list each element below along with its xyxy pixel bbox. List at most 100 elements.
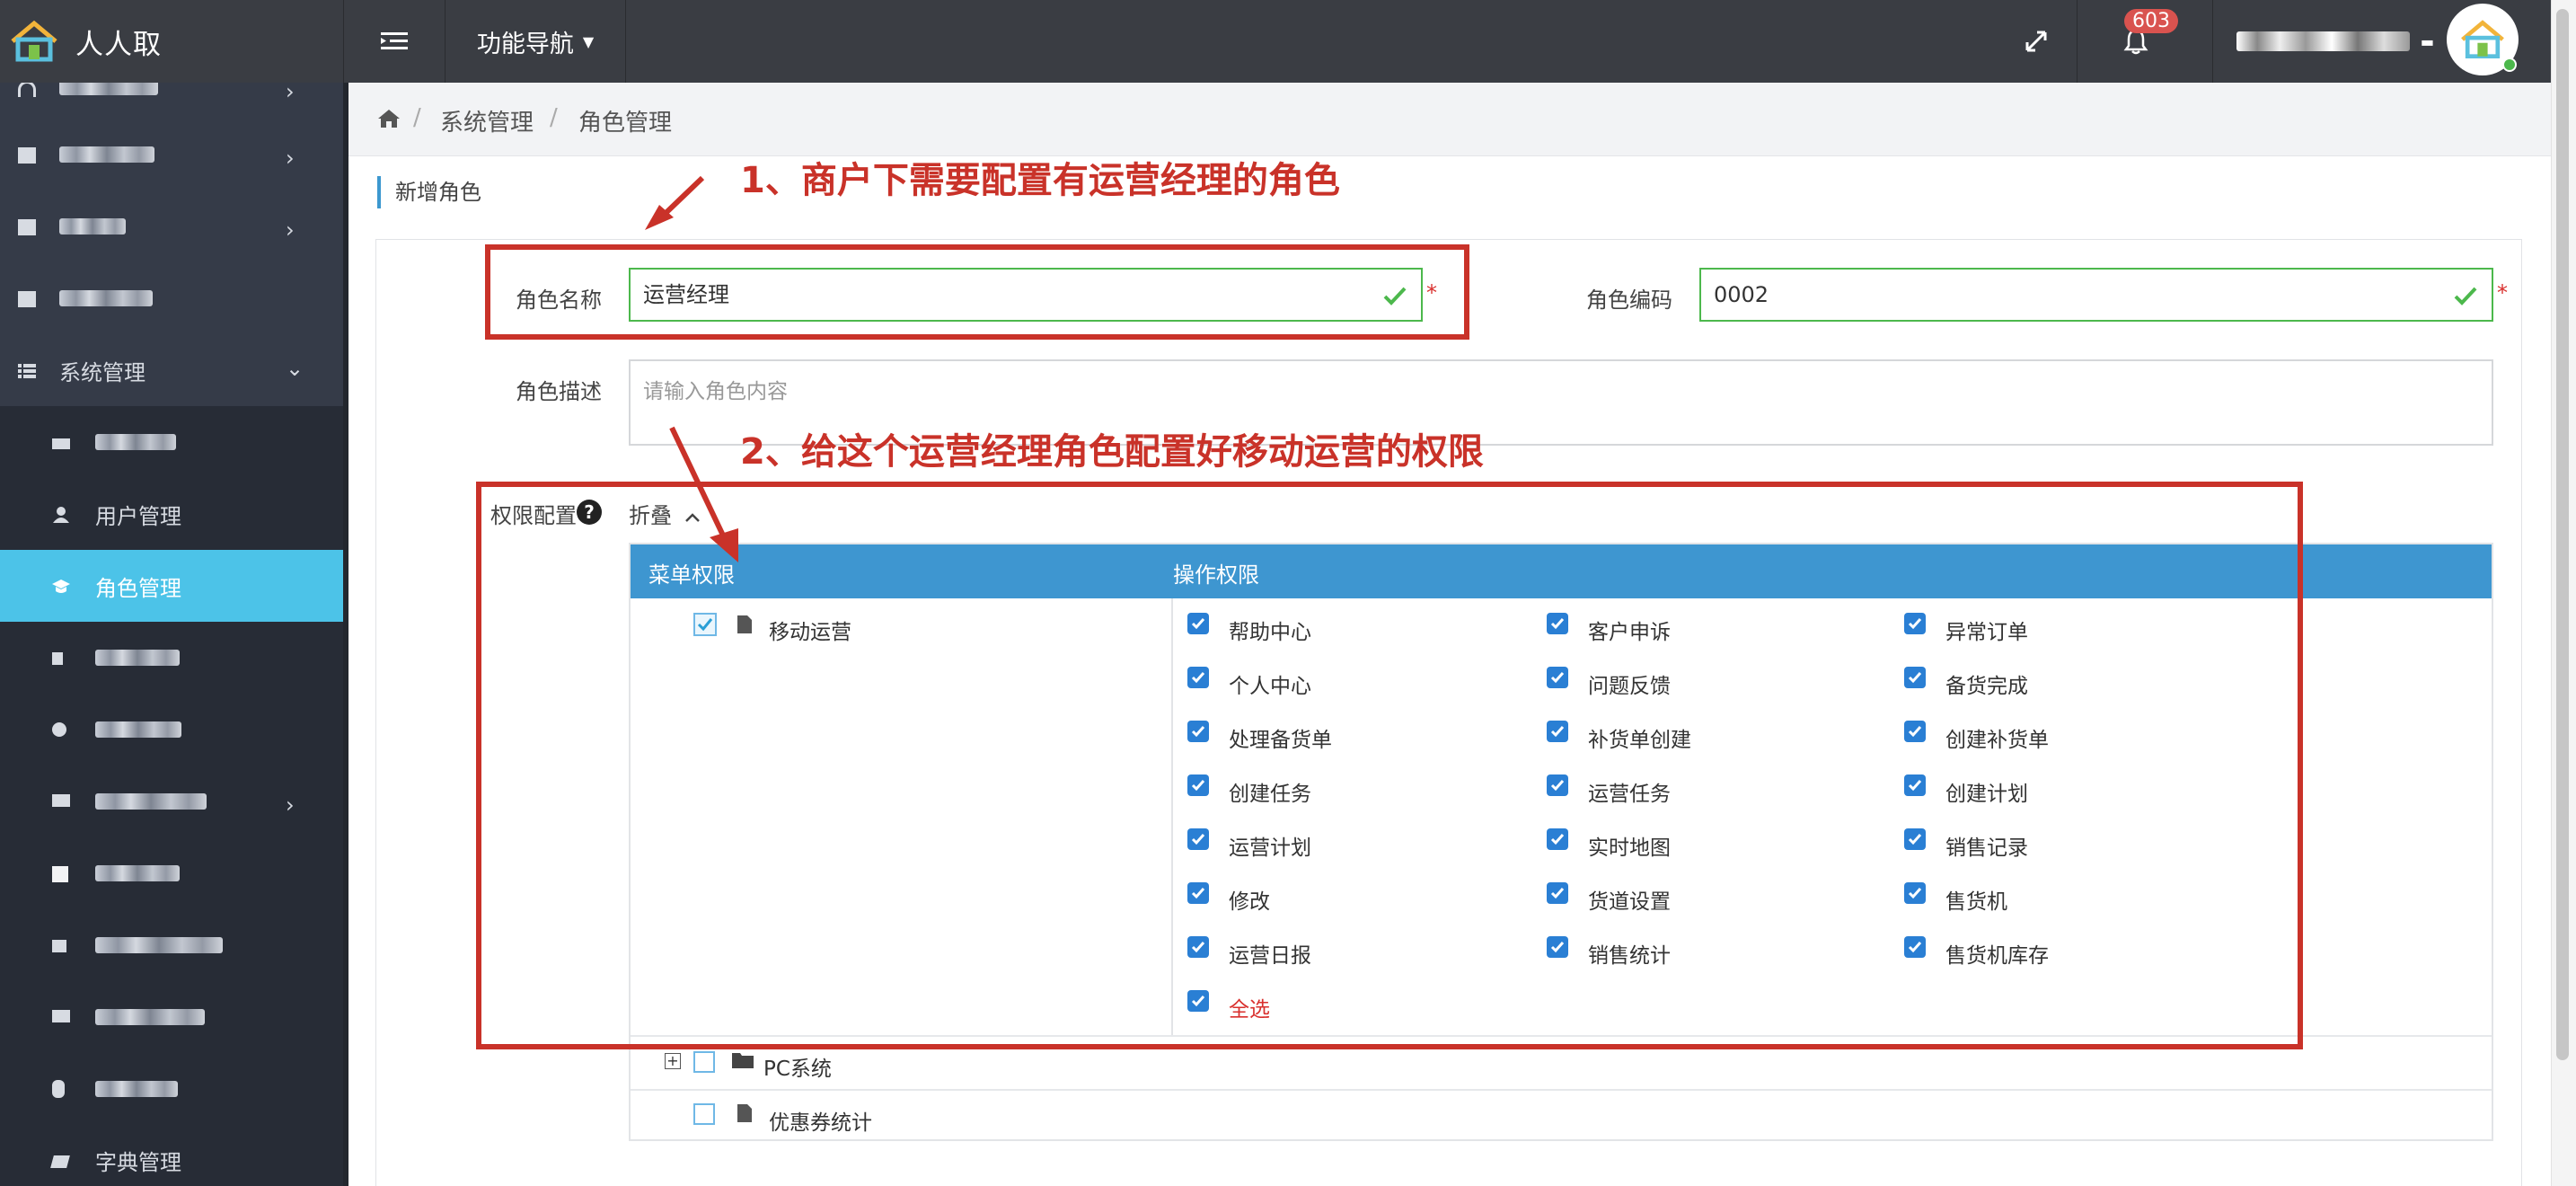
sidebar-item-label-redacted xyxy=(59,146,154,163)
breadcrumb-separator: / xyxy=(550,104,558,131)
notifications-button[interactable]: 603 xyxy=(2078,0,2212,83)
sidebar-item-label-redacted xyxy=(95,793,207,810)
module-icon xyxy=(52,438,70,449)
node-label-coupon-stats[interactable]: 优惠券统计 xyxy=(769,1105,872,1136)
sidebar-subitem-redacted-2[interactable] xyxy=(0,622,343,694)
annotation-arrow-2 xyxy=(669,426,738,562)
sidebar-subitem-redacted-5[interactable] xyxy=(0,837,343,909)
sidebar-item-label-redacted xyxy=(59,83,158,95)
role-code-value: 0002 xyxy=(1714,282,1769,307)
sidebar-item-label-redacted xyxy=(95,650,180,666)
chevron-right-icon: › xyxy=(286,146,295,171)
breadcrumb-item-role: 角色管理 xyxy=(578,110,673,137)
role-code-label: 角色编码 xyxy=(1586,288,1672,313)
nav-menu-dropdown[interactable]: 功能导航 ▼ xyxy=(446,0,625,83)
section-title: 新增角色 xyxy=(377,176,481,208)
module-icon xyxy=(52,794,70,807)
breadcrumb: / 系统管理 / 角色管理 xyxy=(348,83,2551,156)
role-desc-label: 角色描述 xyxy=(516,379,602,404)
user-name-redacted xyxy=(2236,31,2410,51)
sidebar-subitem-redacted-3[interactable] xyxy=(0,694,343,766)
sidebar-subitem-dictionary-management[interactable]: 字典管理 xyxy=(0,1125,343,1186)
chevron-down-icon: ⌄ xyxy=(286,356,304,381)
chevron-right-icon: › xyxy=(286,792,295,818)
chart-icon xyxy=(52,940,66,952)
nav-menu-label: 功能导航 xyxy=(476,30,574,58)
book-icon xyxy=(50,1155,70,1168)
top-bar: 人人取 功能导航 ▼ 603 ▬ xyxy=(0,0,2551,83)
sidebar-item-label: 系统管理 xyxy=(59,359,146,385)
sidebar-subitem-redacted-8[interactable] xyxy=(0,1053,343,1125)
chevron-right-icon: › xyxy=(286,83,295,104)
headset-icon xyxy=(18,83,36,97)
app-title: 人人取 xyxy=(75,28,162,61)
sidebar-item-redacted-1[interactable]: › xyxy=(0,119,343,190)
annotation-arrow-1 xyxy=(645,175,705,230)
sidebar-item-label-redacted xyxy=(95,937,223,953)
house-logo-icon xyxy=(11,20,57,62)
avatar-logo-icon xyxy=(2461,20,2504,58)
annotation-box-role-name xyxy=(485,244,1469,340)
sidebar-item-redacted-3[interactable] xyxy=(0,262,343,334)
sidebar-item-label-redacted xyxy=(59,218,126,235)
graduation-cap-icon xyxy=(52,580,70,593)
user-icon xyxy=(53,507,69,523)
module-icon xyxy=(52,1080,65,1098)
module-icon xyxy=(18,147,36,164)
valid-check-icon xyxy=(2454,287,2477,305)
menu-toggle-button[interactable] xyxy=(344,0,445,83)
sidebar: › › › 系统管理 ⌄ 用户管理 角色管理 › 字典管理 xyxy=(0,83,343,1186)
sidebar-subitem-redacted-4[interactable]: › xyxy=(0,766,343,837)
required-mark: * xyxy=(2497,280,2508,305)
module-icon xyxy=(52,866,68,882)
sidebar-item-label-redacted xyxy=(95,865,180,881)
annotation-note-1: 1、商户下需要配置有运营经理的角色 xyxy=(740,160,1340,201)
header-divider xyxy=(625,0,626,83)
breadcrumb-separator: / xyxy=(413,104,421,131)
sidebar-subitem-redacted-7[interactable] xyxy=(0,981,343,1053)
caret-down-icon: ▼ xyxy=(582,32,595,50)
module-icon xyxy=(52,1010,70,1022)
expand-toggle-pc-system[interactable]: + xyxy=(665,1053,681,1069)
module-icon xyxy=(52,652,63,665)
node-checkbox-coupon-stats[interactable] xyxy=(693,1103,715,1125)
sidebar-item-service-center[interactable]: › xyxy=(0,83,343,119)
sidebar-subitem-redacted-6[interactable] xyxy=(0,909,343,981)
sidebar-item-label-redacted xyxy=(95,434,176,450)
header-divider xyxy=(2212,0,2213,83)
file-icon xyxy=(737,1104,752,1122)
home-icon[interactable] xyxy=(377,108,401,129)
role-code-input[interactable]: 0002 xyxy=(1699,268,2493,322)
node-label-pc-system[interactable]: PC系统 xyxy=(763,1051,832,1082)
sidebar-item-label: 用户管理 xyxy=(95,503,181,529)
annotation-note-2: 2、给这个运营经理角色配置好移动运营的权限 xyxy=(740,431,1484,473)
list-icon xyxy=(18,364,36,378)
fullscreen-button[interactable] xyxy=(1996,0,2077,83)
fullscreen-icon xyxy=(2025,31,2047,52)
tree-row-divider xyxy=(631,1089,2492,1091)
user-avatar[interactable] xyxy=(2447,4,2519,75)
caret-down-icon: ▬ xyxy=(2420,32,2434,50)
sidebar-item-label-redacted xyxy=(59,290,153,306)
menu-toggle-icon xyxy=(381,32,408,49)
sidebar-item-label: 字典管理 xyxy=(95,1150,181,1175)
sidebar-item-label: 角色管理 xyxy=(95,575,181,601)
sidebar-item-label-redacted xyxy=(95,721,181,738)
chevron-right-icon: › xyxy=(286,217,295,243)
sidebar-item-redacted-2[interactable]: › xyxy=(0,190,343,262)
sidebar-item-label-redacted xyxy=(95,1009,205,1025)
sidebar-item-label-redacted xyxy=(95,1081,178,1097)
node-checkbox-pc-system[interactable] xyxy=(693,1051,715,1073)
module-icon xyxy=(18,291,36,307)
sidebar-subitem-redacted-1[interactable] xyxy=(0,406,343,478)
scrollbar-thumb[interactable] xyxy=(2556,9,2569,1060)
share-icon xyxy=(52,722,66,737)
sidebar-subitem-role-management[interactable]: 角色管理 xyxy=(0,550,343,622)
notification-badge: 603 xyxy=(2124,9,2178,33)
sidebar-subitem-user-management[interactable]: 用户管理 xyxy=(0,478,343,550)
online-status-dot xyxy=(2502,58,2517,72)
app-logo[interactable]: 人人取 xyxy=(0,0,343,83)
sidebar-item-system-management[interactable]: 系统管理 ⌄ xyxy=(0,334,343,406)
user-menu[interactable]: ▬ xyxy=(2236,0,2434,83)
breadcrumb-item-system[interactable]: 系统管理 xyxy=(440,104,534,137)
